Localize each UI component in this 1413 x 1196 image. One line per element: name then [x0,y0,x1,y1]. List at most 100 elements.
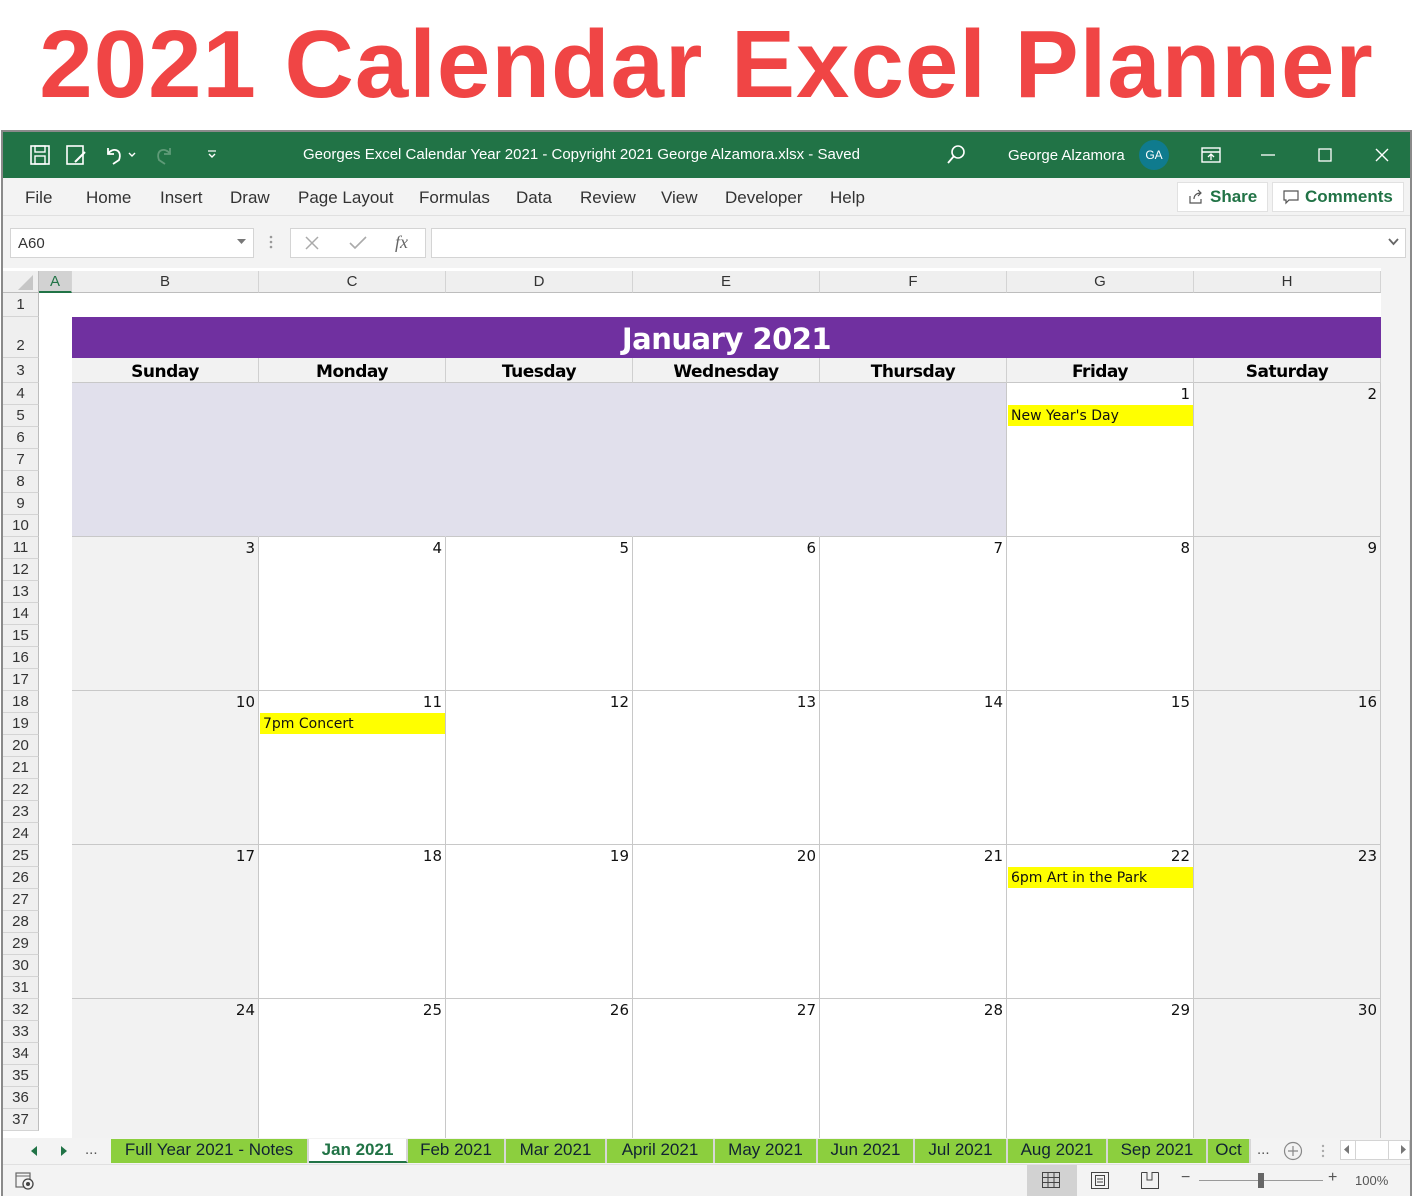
customize-toolbar-icon[interactable] [199,142,225,168]
horizontal-scrollbar[interactable] [1340,1140,1410,1160]
row-header-34[interactable]: 34 [3,1043,39,1065]
row-header-8[interactable]: 8 [3,471,39,493]
row-header-1[interactable]: 1 [3,293,39,317]
menu-draw[interactable]: Draw [230,188,270,208]
menu-view[interactable]: View [661,188,698,208]
ribbon-display-options-icon[interactable] [1198,142,1224,168]
day-cell-19[interactable]: 19 [446,845,633,999]
menu-page-layout[interactable]: Page Layout [298,188,393,208]
column-header-d[interactable]: D [446,271,633,293]
scroll-tabs-right-icon[interactable] [61,1146,67,1156]
name-box[interactable]: A60 [10,228,254,258]
scroll-right-icon[interactable] [1401,1145,1406,1154]
day-cell-11[interactable]: 11 7pm Concert [259,691,446,845]
day-cell-10[interactable]: 10 [72,691,259,845]
enter-check-icon[interactable] [349,236,367,250]
row-header-14[interactable]: 14 [3,603,39,625]
scroll-thumb[interactable] [1355,1141,1389,1159]
save-as-icon[interactable] [63,142,89,168]
tab-split-handle[interactable] [1321,1144,1325,1158]
day-cell-21[interactable]: 21 [820,845,1007,999]
chevron-down-icon[interactable] [237,239,246,245]
formula-bar-resize-handle[interactable] [269,234,273,250]
insert-function-icon[interactable]: fx [395,232,408,253]
tabs-overflow-left[interactable]: ... [85,1141,98,1158]
accessibility-icon[interactable] [15,1172,35,1190]
day-cell-18[interactable]: 18 [259,845,446,999]
day-cell-4[interactable]: 4 [259,537,446,691]
row-header-36[interactable]: 36 [3,1087,39,1109]
row-header-4[interactable]: 4 [3,383,39,405]
row-header-11[interactable]: 11 [3,537,39,559]
worksheet-grid[interactable]: ABCDEFGH 1 2 3 4 5 6 7 8 9 10 11 12 13 14 15 16 17 18 19 20… [3,268,1381,1153]
day-cell-1[interactable]: 1 New Year's Day [1007,383,1194,537]
calendar-event[interactable]: New Year's Day [1008,405,1193,426]
add-sheet-icon[interactable] [1283,1141,1303,1161]
page-layout-view-icon[interactable] [1091,1172,1109,1189]
column-header-a[interactable]: A [39,271,72,293]
scroll-left-icon[interactable] [1344,1145,1349,1154]
menu-file[interactable]: File [25,188,52,208]
column-header-g[interactable]: G [1007,271,1194,293]
sheet-tab-oct[interactable]: Oct [1208,1139,1251,1163]
row-header-6[interactable]: 6 [3,427,39,449]
row-header-24[interactable]: 24 [3,823,39,845]
empty-day-cell[interactable] [820,383,1007,537]
sheet-tab-jul-2021[interactable]: Jul 2021 [915,1139,1008,1163]
day-cell-14[interactable]: 14 [820,691,1007,845]
row-header-37[interactable]: 37 [3,1109,39,1131]
row-header-30[interactable]: 30 [3,955,39,977]
column-header-b[interactable]: B [72,271,259,293]
empty-day-cell[interactable] [72,383,259,537]
day-cell-6[interactable]: 6 [633,537,820,691]
column-header-e[interactable]: E [633,271,820,293]
row-header-19[interactable]: 19 [3,713,39,735]
select-all-corner[interactable] [3,271,39,293]
day-cell-8[interactable]: 8 [1007,537,1194,691]
menu-review[interactable]: Review [580,188,636,208]
row-header-7[interactable]: 7 [3,449,39,471]
day-cell-20[interactable]: 20 [633,845,820,999]
user-name[interactable]: George Alzamora [1008,147,1125,164]
row-header-23[interactable]: 23 [3,801,39,823]
sheet-tab-sep-2021[interactable]: Sep 2021 [1108,1139,1208,1163]
row-header-26[interactable]: 26 [3,867,39,889]
empty-day-cell[interactable] [633,383,820,537]
day-cell-12[interactable]: 12 [446,691,633,845]
scroll-tabs-left-icon[interactable] [31,1146,37,1156]
day-cell-26[interactable]: 26 [446,999,633,1153]
sheet-tab-full-year-2021-notes[interactable]: Full Year 2021 - Notes [111,1139,309,1163]
row-header-13[interactable]: 13 [3,581,39,603]
day-cell-15[interactable]: 15 [1007,691,1194,845]
row-header-2[interactable]: 2 [3,317,39,358]
cancel-icon[interactable] [305,236,319,250]
sheet-tab-april-2021[interactable]: April 2021 [607,1139,715,1163]
day-cell-3[interactable]: 3 [72,537,259,691]
column-header-c[interactable]: C [259,271,446,293]
row-header-25[interactable]: 25 [3,845,39,867]
zoom-level[interactable]: 100% [1355,1173,1388,1188]
user-avatar[interactable]: GA [1139,140,1169,170]
day-cell-2[interactable]: 2 [1194,383,1381,537]
day-cell-16[interactable]: 16 [1194,691,1381,845]
sheet-tab-jun-2021[interactable]: Jun 2021 [818,1139,915,1163]
empty-day-cell[interactable] [446,383,633,537]
sheet-tab-feb-2021[interactable]: Feb 2021 [408,1139,506,1163]
row-header-9[interactable]: 9 [3,493,39,515]
calendar-event[interactable]: 6pm Art in the Park [1008,867,1193,888]
row-header-17[interactable]: 17 [3,669,39,691]
zoom-slider-thumb[interactable] [1258,1173,1264,1188]
day-cell-7[interactable]: 7 [820,537,1007,691]
day-cell-24[interactable]: 24 [72,999,259,1153]
day-cell-29[interactable]: 29 [1007,999,1194,1153]
menu-help[interactable]: Help [830,188,865,208]
day-cell-5[interactable]: 5 [446,537,633,691]
expand-formula-bar-icon[interactable] [1388,238,1399,246]
day-cell-13[interactable]: 13 [633,691,820,845]
minimize-icon[interactable] [1255,142,1281,168]
save-icon[interactable] [27,142,53,168]
menu-home[interactable]: Home [86,188,131,208]
zoom-out-button[interactable]: − [1181,1169,1190,1187]
day-cell-23[interactable]: 23 [1194,845,1381,999]
day-cell-25[interactable]: 25 [259,999,446,1153]
